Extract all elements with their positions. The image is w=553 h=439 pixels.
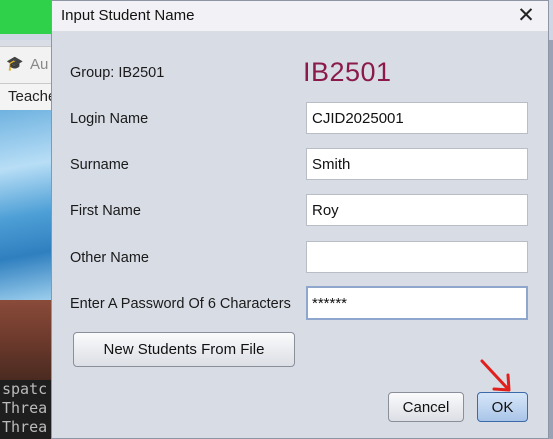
input-student-dialog: Input Student Name ✕ Group: IB2501 IB250… bbox=[51, 0, 549, 439]
console-line: Threa bbox=[2, 418, 48, 436]
background-console: spatc Threa Threa bbox=[0, 380, 58, 439]
background-menu[interactable]: Teache bbox=[0, 84, 58, 110]
other-name-label: Other Name bbox=[70, 250, 149, 266]
arrow-annotation-icon bbox=[480, 359, 511, 392]
login-name-label: Login Name bbox=[70, 111, 149, 127]
new-students-from-file-button[interactable]: New Students From File bbox=[73, 332, 295, 367]
first-name-field[interactable] bbox=[306, 194, 528, 226]
dialog-titlebar[interactable]: Input Student Name ✕ bbox=[52, 1, 548, 31]
first-name-label: First Name bbox=[70, 203, 141, 219]
background-browser-tab[interactable]: 🎓 Au bbox=[0, 46, 58, 84]
group-code-heading: IB2501 bbox=[303, 57, 392, 87]
graduation-cap-icon: 🎓 bbox=[6, 55, 24, 71]
background-tab-label: Au bbox=[30, 56, 49, 73]
close-button[interactable]: ✕ bbox=[514, 4, 538, 28]
background-menu-label: Teache bbox=[8, 88, 57, 105]
password-label: Enter A Password Of 6 Characters bbox=[70, 296, 291, 312]
background-sky-image bbox=[0, 110, 58, 300]
surname-field[interactable] bbox=[306, 148, 528, 180]
cancel-button[interactable]: Cancel bbox=[388, 392, 464, 422]
close-icon: ✕ bbox=[517, 4, 535, 27]
login-name-field[interactable] bbox=[306, 102, 528, 134]
group-label: Group: IB2501 bbox=[70, 65, 165, 81]
console-line: Threa bbox=[2, 399, 48, 417]
background-green-strip bbox=[0, 0, 58, 34]
password-field[interactable] bbox=[306, 286, 528, 320]
other-name-field[interactable] bbox=[306, 241, 528, 273]
dialog-title: Input Student Name bbox=[61, 7, 195, 24]
surname-label: Surname bbox=[70, 157, 129, 173]
background-building-image bbox=[0, 300, 58, 380]
background-right-edge bbox=[549, 40, 553, 439]
console-line: spatc bbox=[2, 380, 48, 398]
